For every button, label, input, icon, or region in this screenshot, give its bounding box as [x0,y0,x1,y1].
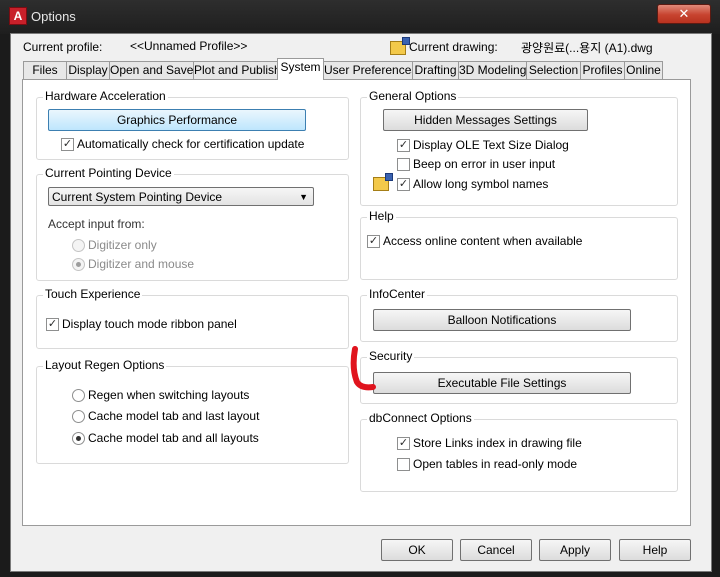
layout-regen-title: Layout Regen Options [43,358,167,372]
read-only-label: Open tables in read-only mode [413,457,578,471]
dbconnect-title: dbConnect Options [367,411,474,425]
autocad-app-icon[interactable]: A [9,7,27,25]
dbconnect-group: dbConnect Options ✓ Store Links index in… [360,411,678,492]
tab-files[interactable]: Files [23,61,67,79]
pointing-device-group: Current Pointing Device Current System P… [36,166,349,281]
graphics-performance-button[interactable]: Graphics Performance [48,109,306,131]
ole-text-checkbox[interactable]: ✓ [397,139,410,152]
current-profile-label: Current profile: [23,40,103,54]
window-title: Options [31,9,76,24]
auto-check-label: Automatically check for certification up… [77,137,305,151]
cache-last-radio[interactable] [72,410,85,423]
hardware-acceleration-title: Hardware Acceleration [43,89,168,103]
read-only-checkbox[interactable] [397,458,410,471]
tab-display[interactable]: Display [66,61,110,79]
digitizer-and-mouse-label: Digitizer and mouse [88,257,195,271]
digitizer-only-radio[interactable] [72,239,85,252]
tab-online[interactable]: Online [624,61,663,79]
help-group: Help ✓ Access online content when availa… [360,209,678,280]
beep-label: Beep on error in user input [413,157,556,171]
digitizer-and-mouse-radio[interactable] [72,258,85,271]
chevron-down-icon: ▼ [299,192,308,202]
infocenter-group: InfoCenter Balloon Notifications [360,287,678,342]
cache-all-radio[interactable] [72,432,85,445]
pointing-device-selected: Current System Pointing Device [52,190,223,204]
store-links-checkbox[interactable]: ✓ [397,437,410,450]
ok-button[interactable]: OK [381,539,453,561]
help-title: Help [367,209,396,223]
current-profile-value: <<Unnamed Profile>> [130,39,248,53]
regen-switching-radio[interactable] [72,389,85,402]
infocenter-title: InfoCenter [367,287,428,301]
ribbon-panel-checkbox[interactable]: ✓ [46,318,59,331]
tab-user-preferences[interactable]: User Preferences [323,61,417,79]
cancel-button[interactable]: Cancel [460,539,532,561]
long-symbol-checkbox[interactable]: ✓ [397,178,410,191]
hardware-acceleration-group: Hardware Acceleration Graphics Performan… [36,89,349,160]
tab-plot-and-publish[interactable]: Plot and Publish [193,61,281,79]
help-button[interactable]: Help [619,539,691,561]
online-content-checkbox[interactable]: ✓ [367,235,380,248]
long-symbol-label: Allow long symbol names [413,177,549,191]
apply-button[interactable]: Apply [539,539,611,561]
digitizer-only-label: Digitizer only [88,238,157,252]
tab-system[interactable]: System [277,58,324,80]
tab-open-and-save[interactable]: Open and Save [109,61,194,79]
options-dialog: Current profile: <<Unnamed Profile>> Cur… [10,33,712,572]
touch-experience-title: Touch Experience [43,287,143,301]
general-options-group: General Options Hidden Messages Settings… [360,89,678,206]
executable-file-settings-button[interactable]: Executable File Settings [373,372,631,394]
cache-last-label: Cache model tab and last layout [88,409,260,423]
accept-input-label: Accept input from: [48,217,145,231]
tab-selection[interactable]: Selection [526,61,581,79]
balloon-notifications-button[interactable]: Balloon Notifications [373,309,631,331]
general-options-title: General Options [367,89,459,103]
pointing-device-title: Current Pointing Device [43,166,174,180]
security-group: Security Executable File Settings [360,349,678,404]
cache-all-label: Cache model tab and all layouts [88,431,259,445]
tab-3d-modeling[interactable]: 3D Modeling [458,61,527,79]
store-links-label: Store Links index in drawing file [413,436,582,450]
ribbon-panel-label: Display touch mode ribbon panel [62,317,237,331]
layout-regen-group: Layout Regen Options Regen when switchin… [36,358,349,464]
auto-check-checkbox[interactable]: ✓ [61,138,74,151]
red-annotation-mark [350,346,376,391]
tab-profiles[interactable]: Profiles [580,61,625,79]
online-content-label: Access online content when available [383,234,583,248]
close-button[interactable]: ✕ [657,4,711,24]
pointing-device-dropdown[interactable]: Current System Pointing Device ▼ [48,187,314,206]
beep-checkbox[interactable] [397,158,410,171]
regen-switching-label: Regen when switching layouts [88,388,250,402]
current-drawing-value: 광양원료(...용지 (A1).dwg [521,41,653,55]
drawing-icon [390,37,410,55]
drawing-setting-icon [373,173,393,191]
hidden-messages-settings-button[interactable]: Hidden Messages Settings [383,109,588,131]
title-bar[interactable]: A Options ✕ [0,0,720,34]
tab-drafting[interactable]: Drafting [412,61,459,79]
touch-experience-group: Touch Experience ✓ Display touch mode ri… [36,287,349,349]
system-tab-panel: Hardware Acceleration Graphics Performan… [22,79,691,526]
ole-text-label: Display OLE Text Size Dialog [413,138,569,152]
current-drawing-label: Current drawing: [409,40,498,54]
